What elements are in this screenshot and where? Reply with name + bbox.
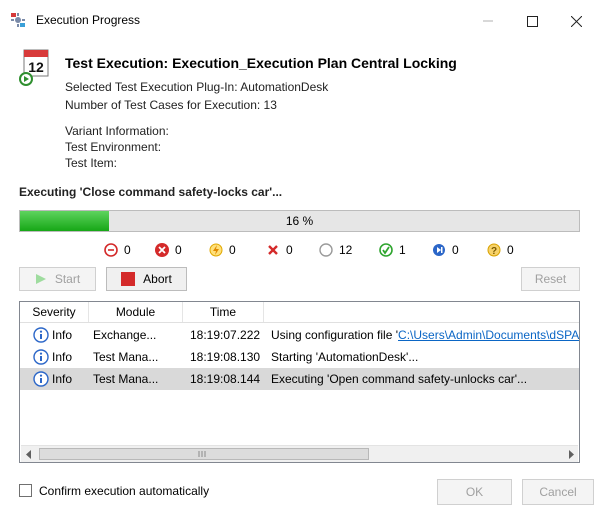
time-cell: 18:19:08.144	[190, 372, 261, 386]
grip-icon	[198, 451, 206, 457]
log-table: Severity Module Time Info Exchange... 18…	[19, 301, 580, 463]
skip-icon	[433, 244, 445, 256]
close-button[interactable]	[554, 4, 598, 38]
counter-unknown: ? 0	[487, 243, 514, 257]
stop-icon	[121, 272, 136, 286]
cancel-label: Cancel	[539, 485, 577, 499]
log-header: Severity Module Time	[20, 302, 579, 323]
counter-value: 0	[124, 243, 131, 257]
confirm-checkbox[interactable]	[19, 484, 32, 497]
counter-skipped: 0	[432, 243, 459, 257]
maximize-icon	[526, 15, 538, 27]
execution-title: Test Execution: Execution_Execution Plan…	[65, 55, 457, 71]
message-cell: Executing 'Open command safety-unlocks c…	[271, 372, 528, 386]
abort-label: Abort	[143, 272, 172, 286]
start-label: Start	[54, 272, 81, 286]
passed-check-icon	[379, 243, 393, 257]
close-icon	[570, 15, 582, 27]
message-text: Using configuration file '	[271, 328, 399, 342]
module-cell: Exchange...	[93, 328, 157, 342]
ok-label: OK	[465, 485, 484, 499]
column-severity[interactable]: Severity	[20, 302, 89, 322]
time-cell: 18:19:07.222	[190, 328, 261, 342]
test-environment: Test Environment:	[65, 140, 162, 154]
plugin-info: Selected Test Execution Plug-In: Automat…	[65, 80, 329, 94]
not-executed-circle-icon	[319, 243, 333, 257]
play-icon	[35, 274, 46, 284]
calendar-day: 12	[28, 59, 44, 75]
counter-lightning: 0	[209, 243, 236, 257]
fail-x-icon	[268, 245, 278, 255]
error-x-icon	[155, 243, 169, 257]
severity-cell: Info	[52, 372, 73, 386]
config-file-link[interactable]: C:\Users\Admin\Documents\dSPAC	[398, 328, 579, 342]
cancel-button[interactable]: Cancel	[522, 479, 594, 505]
scrollbar-thumb[interactable]	[39, 448, 369, 460]
scroll-right-icon[interactable]	[567, 450, 575, 459]
reset-button[interactable]: Reset	[521, 267, 580, 291]
counter-value: 0	[507, 243, 514, 257]
progress-label: 16 %	[285, 214, 314, 228]
progress-bar: 16 %	[19, 210, 580, 232]
counter-value: 0	[286, 243, 293, 257]
info-icon	[33, 349, 49, 365]
module-cell: Test Mana...	[93, 372, 159, 386]
test-case-count: Number of Test Cases for Execution: 13	[65, 98, 277, 112]
counter-failed: 0	[266, 243, 293, 257]
test-execution-icon: 12	[18, 46, 52, 86]
counter-minus: 0	[104, 243, 131, 257]
abort-button[interactable]: Abort	[106, 267, 187, 291]
column-module[interactable]: Module	[89, 302, 183, 322]
question-icon: ?	[487, 243, 501, 257]
test-item: Test Item:	[65, 156, 118, 170]
scroll-left-icon[interactable]	[25, 450, 33, 459]
horizontal-scrollbar[interactable]	[21, 445, 578, 462]
title-bar: Execution Progress	[0, 0, 598, 40]
counter-value: 0	[452, 243, 459, 257]
app-icon	[10, 12, 26, 28]
info-icon	[33, 371, 49, 387]
log-row-selected[interactable]: Info Test Mana... 18:19:08.144 Executing…	[20, 368, 579, 390]
counter-value: 12	[339, 243, 353, 257]
status-text: Executing 'Close command safety-locks ca…	[19, 185, 283, 199]
column-time[interactable]: Time	[183, 302, 264, 322]
module-cell: Test Mana...	[93, 350, 159, 364]
severity-cell: Info	[52, 328, 73, 342]
ok-button[interactable]: OK	[437, 479, 512, 505]
confirm-label: Confirm execution automatically	[39, 484, 210, 498]
maximize-button[interactable]	[510, 4, 554, 38]
minimize-button[interactable]	[466, 4, 510, 38]
minimize-icon	[483, 20, 493, 22]
lightning-icon	[209, 243, 223, 257]
variant-information: Variant Information:	[65, 124, 169, 138]
time-cell: 18:19:08.130	[190, 350, 261, 364]
start-button[interactable]: Start	[19, 267, 96, 291]
log-row[interactable]: Info Test Mana... 18:19:08.130 Starting …	[20, 346, 579, 368]
counter-not-executed: 12	[319, 243, 352, 257]
severity-cell: Info	[52, 350, 73, 364]
info-icon	[33, 327, 49, 343]
log-row[interactable]: Info Exchange... 18:19:07.222 Using conf…	[20, 324, 579, 346]
minus-circle-icon	[104, 243, 118, 257]
svg-text:?: ?	[491, 246, 497, 257]
counter-value: 0	[175, 243, 182, 257]
counter-value: 0	[229, 243, 236, 257]
message-cell: Using configuration file 'C:\Users\Admin…	[271, 324, 579, 346]
counter-value: 1	[399, 243, 406, 257]
counter-passed: 1	[379, 243, 406, 257]
reset-label: Reset	[534, 272, 567, 286]
counter-error: 0	[155, 243, 182, 257]
window-title: Execution Progress	[36, 13, 141, 27]
message-cell: Starting 'AutomationDesk'...	[271, 350, 419, 364]
